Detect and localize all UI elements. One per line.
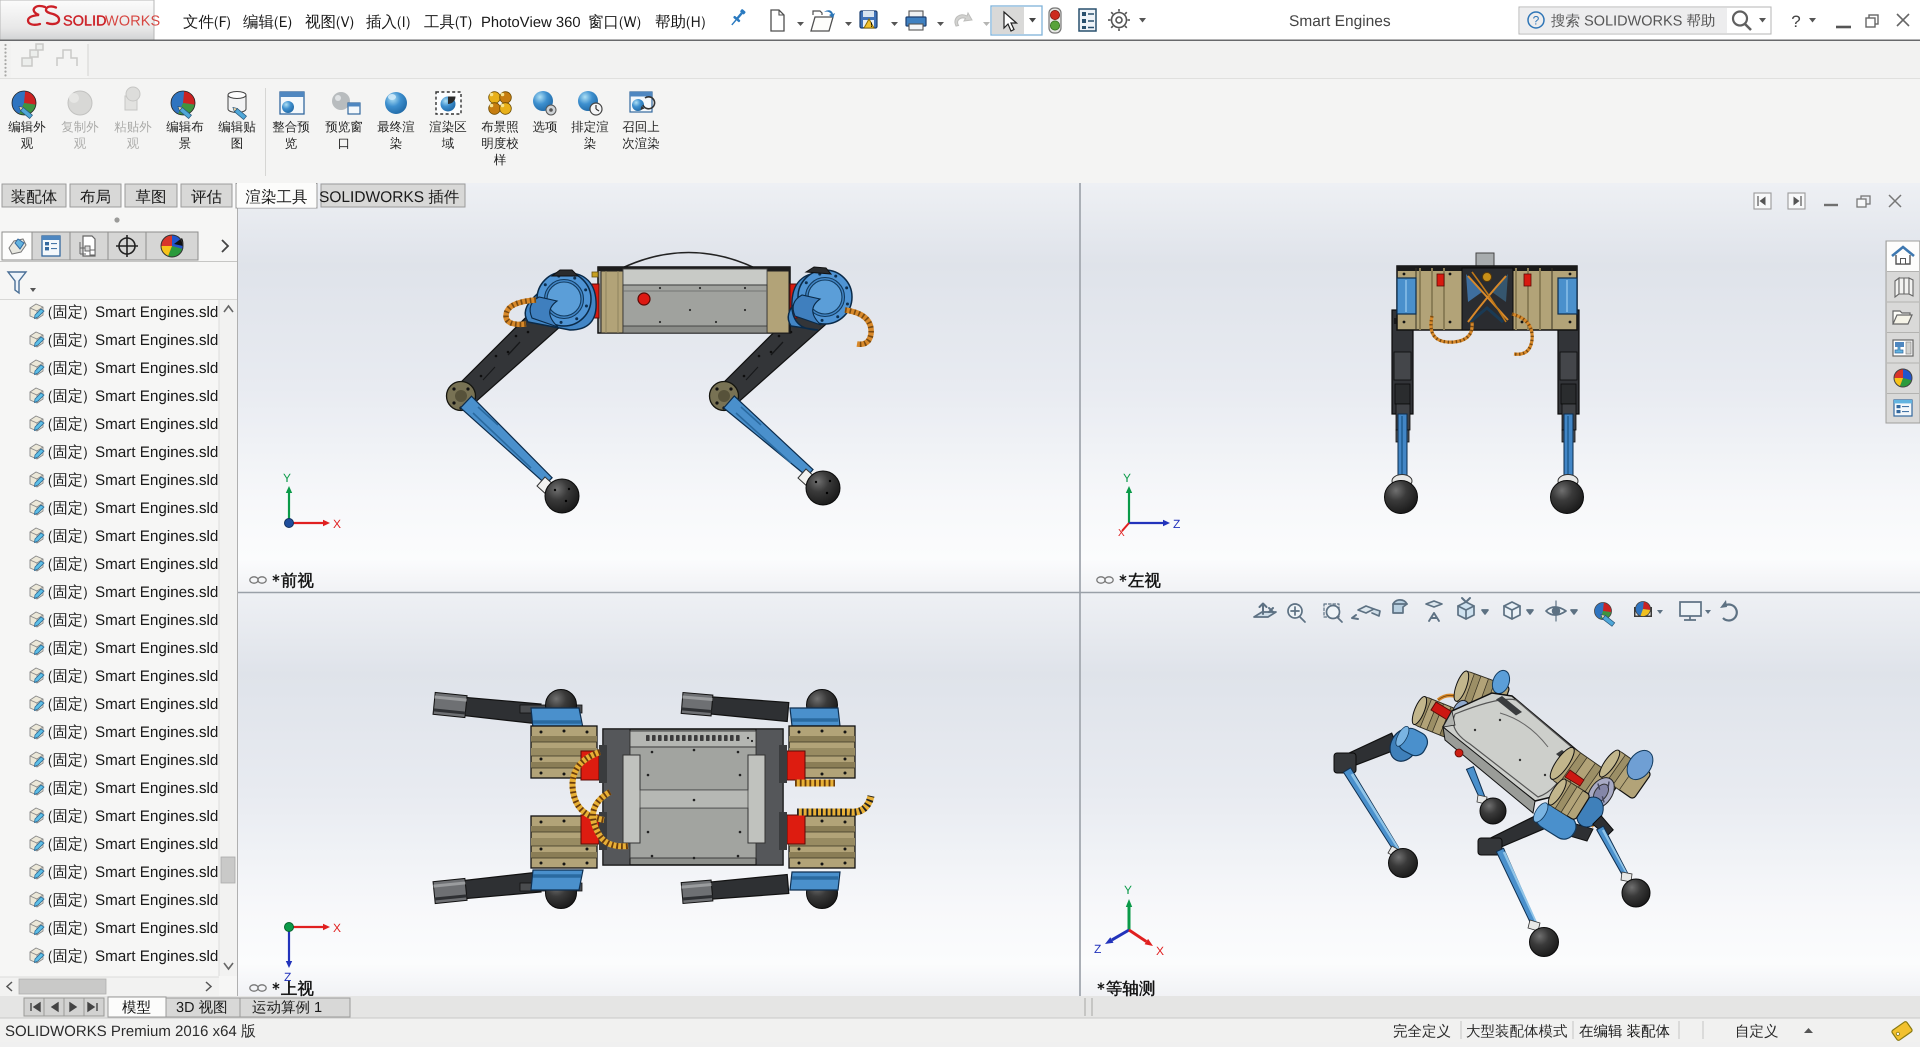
svg-text:!: ! <box>870 22 872 29</box>
svg-text:?: ? <box>1791 12 1800 31</box>
svg-text:?: ? <box>1533 14 1540 28</box>
